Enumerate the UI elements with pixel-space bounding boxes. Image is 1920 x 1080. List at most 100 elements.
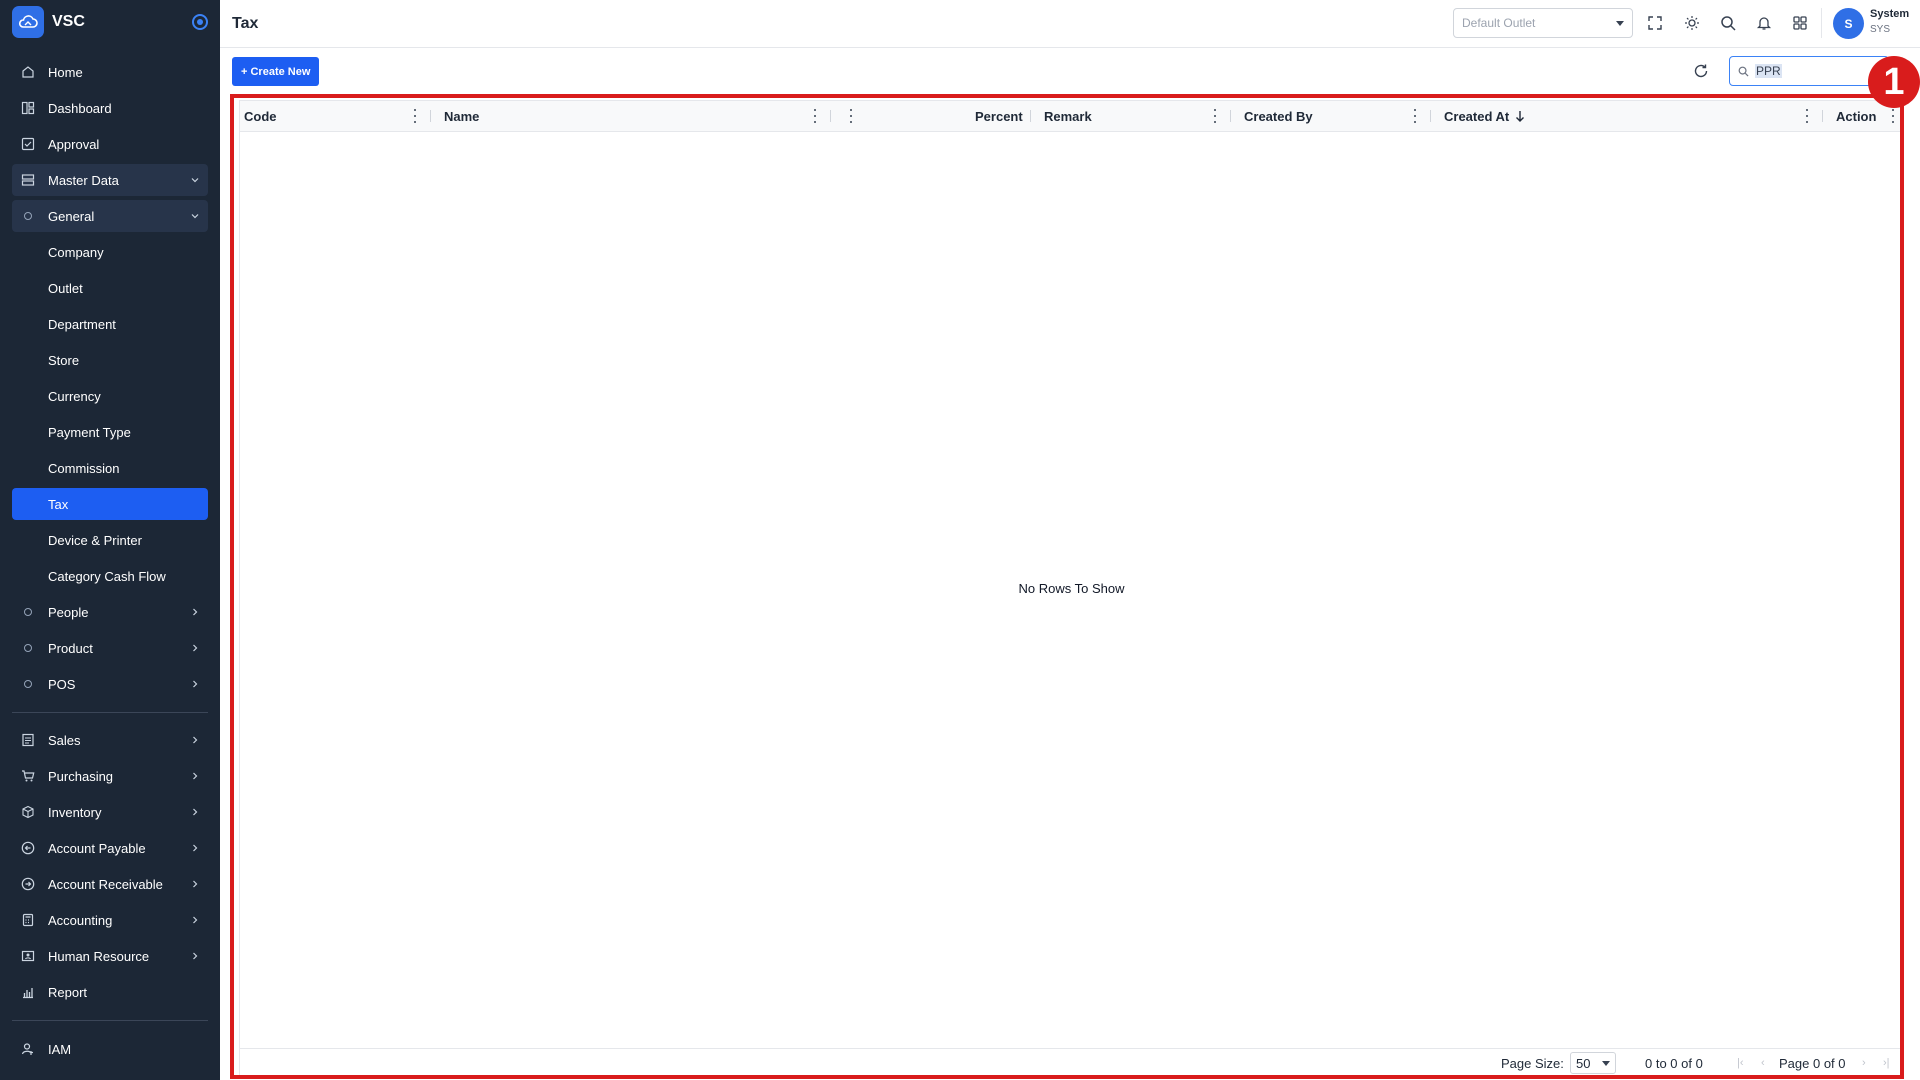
sidebar-item-label: Human Resource xyxy=(48,948,150,964)
sidebar-item-label: People xyxy=(48,604,89,620)
sidebar-item-company[interactable]: Company xyxy=(12,236,208,268)
sidebar-item-outlet[interactable]: Outlet xyxy=(12,272,208,304)
header-separator xyxy=(1821,8,1822,38)
chevron-right-icon xyxy=(190,915,200,925)
cart-icon xyxy=(20,768,36,784)
chevron-right-icon xyxy=(190,679,200,689)
sidebar-item-label: Inventory xyxy=(48,804,102,820)
search-value: PPR xyxy=(1755,64,1782,78)
chevron-right-icon xyxy=(190,643,200,653)
sidebar-toggle-icon[interactable] xyxy=(192,14,208,30)
sidebar-item-human-resource[interactable]: Human Resource xyxy=(12,940,208,972)
sidebar-item-label: Master Data xyxy=(48,172,119,188)
chevron-right-icon xyxy=(190,771,200,781)
sidebar-item-master-data[interactable]: Master Data xyxy=(12,164,208,196)
sidebar-item-device-printer[interactable]: Device & Printer xyxy=(12,524,208,556)
sidebar-item-account-receivable[interactable]: Account Receivable xyxy=(12,868,208,900)
bullet-icon xyxy=(20,640,36,656)
outlet-select[interactable]: Default Outlet xyxy=(1453,8,1633,38)
sidebar-item-sales[interactable]: Sales xyxy=(12,724,208,756)
sidebar-item-pos[interactable]: POS xyxy=(12,668,208,700)
sidebar-item-report[interactable]: Report xyxy=(12,976,208,1008)
sidebar-item-label: Sales xyxy=(48,732,81,748)
chevron-right-icon xyxy=(190,879,200,889)
sidebar-item-payment-type[interactable]: Payment Type xyxy=(12,416,208,448)
sidebar-item-purchasing[interactable]: Purchasing xyxy=(12,760,208,792)
chevron-right-icon xyxy=(190,951,200,961)
sidebar-item-currency[interactable]: Currency xyxy=(12,380,208,412)
sidebar-item-dashboard[interactable]: Dashboard xyxy=(12,92,208,124)
sidebar-item-inventory[interactable]: Inventory xyxy=(12,796,208,828)
chevron-right-icon xyxy=(190,607,200,617)
calculator-icon xyxy=(20,912,36,928)
sidebar-item-iam[interactable]: IAM xyxy=(12,1033,208,1065)
sidebar-item-label: IAM xyxy=(48,1041,72,1057)
master-data-icon xyxy=(20,172,36,188)
avatar[interactable]: S xyxy=(1833,8,1864,39)
user-key-icon xyxy=(20,1041,36,1057)
sidebar-item-general[interactable]: General xyxy=(12,200,208,232)
outlet-placeholder: Default Outlet xyxy=(1462,16,1536,30)
sidebar-item-label: Approval xyxy=(48,136,100,152)
sidebar-item-label: Payment Type xyxy=(48,424,131,440)
brand-name: VSC xyxy=(52,13,85,30)
box-icon xyxy=(20,804,36,820)
sidebar-item-label: Dashboard xyxy=(48,100,112,116)
sidebar-item-department[interactable]: Department xyxy=(12,308,208,340)
sidebar-item-label: Report xyxy=(48,984,88,1000)
sidebar-item-commission[interactable]: Commission xyxy=(12,452,208,484)
brand: VSC xyxy=(0,0,220,44)
highlight-frame xyxy=(230,94,1904,1079)
sidebar-item-label: Store xyxy=(48,352,80,368)
sidebar-item-tax[interactable]: Tax xyxy=(12,488,208,520)
search-input[interactable]: PPR xyxy=(1729,56,1889,86)
sidebar-item-label: Commission xyxy=(48,460,120,476)
cloud-logo-icon xyxy=(12,6,44,38)
report-icon xyxy=(20,984,36,1000)
sidebar-item-label: Accounting xyxy=(48,912,113,928)
sales-icon xyxy=(20,732,36,748)
bullet-icon xyxy=(20,604,36,620)
sidebar-item-label: Account Receivable xyxy=(48,876,163,892)
sidebar-item-people[interactable]: People xyxy=(12,596,208,628)
arrow-left-circle-icon xyxy=(20,840,36,856)
chevron-down-icon xyxy=(190,175,200,185)
sidebar-item-account-payable[interactable]: Account Payable xyxy=(12,832,208,864)
apps-grid-icon[interactable] xyxy=(1789,12,1811,34)
annotation-marker: 1 xyxy=(1868,56,1920,108)
sidebar: VSC Home Dashboard Approval Master Data … xyxy=(0,0,220,1080)
refresh-icon[interactable] xyxy=(1692,62,1712,82)
sidebar-item-product[interactable]: Product xyxy=(12,632,208,664)
arrow-right-circle-icon xyxy=(20,876,36,892)
home-icon xyxy=(20,64,36,80)
chevron-right-icon xyxy=(190,843,200,853)
sidebar-item-label: General xyxy=(48,208,95,224)
search-icon[interactable] xyxy=(1717,12,1739,34)
sidebar-item-label: Department xyxy=(48,316,116,332)
bell-icon[interactable] xyxy=(1753,12,1775,34)
sidebar-item-label: POS xyxy=(48,676,76,692)
sidebar-item-label: Purchasing xyxy=(48,768,114,784)
sidebar-item-label: Product xyxy=(48,640,93,656)
sidebar-item-label: Account Payable xyxy=(48,840,146,856)
sidebar-item-home[interactable]: Home xyxy=(12,56,208,88)
user-code: SYS xyxy=(1870,24,1891,35)
caret-down-icon xyxy=(1616,20,1624,26)
sidebar-item-label: Outlet xyxy=(48,280,83,296)
id-card-icon xyxy=(20,948,36,964)
fullscreen-icon[interactable] xyxy=(1644,12,1666,34)
create-new-button[interactable]: + Create New xyxy=(232,57,320,86)
search-icon xyxy=(1738,66,1749,77)
sidebar-item-label: Tax xyxy=(48,496,69,512)
sidebar-item-label: Company xyxy=(48,244,104,260)
sidebar-item-label: Currency xyxy=(48,388,101,404)
sidebar-item-label: Category Cash Flow xyxy=(48,568,166,584)
sidebar-item-approval[interactable]: Approval xyxy=(12,128,208,160)
dashboard-icon xyxy=(20,100,36,116)
sidebar-item-label: Home xyxy=(48,64,83,80)
sidebar-item-store[interactable]: Store xyxy=(12,344,208,376)
theme-sun-icon[interactable] xyxy=(1681,12,1703,34)
sidebar-item-accounting[interactable]: Accounting xyxy=(12,904,208,936)
user-name: System xyxy=(1870,8,1910,20)
sidebar-item-category-cash-flow[interactable]: Category Cash Flow xyxy=(12,560,208,592)
